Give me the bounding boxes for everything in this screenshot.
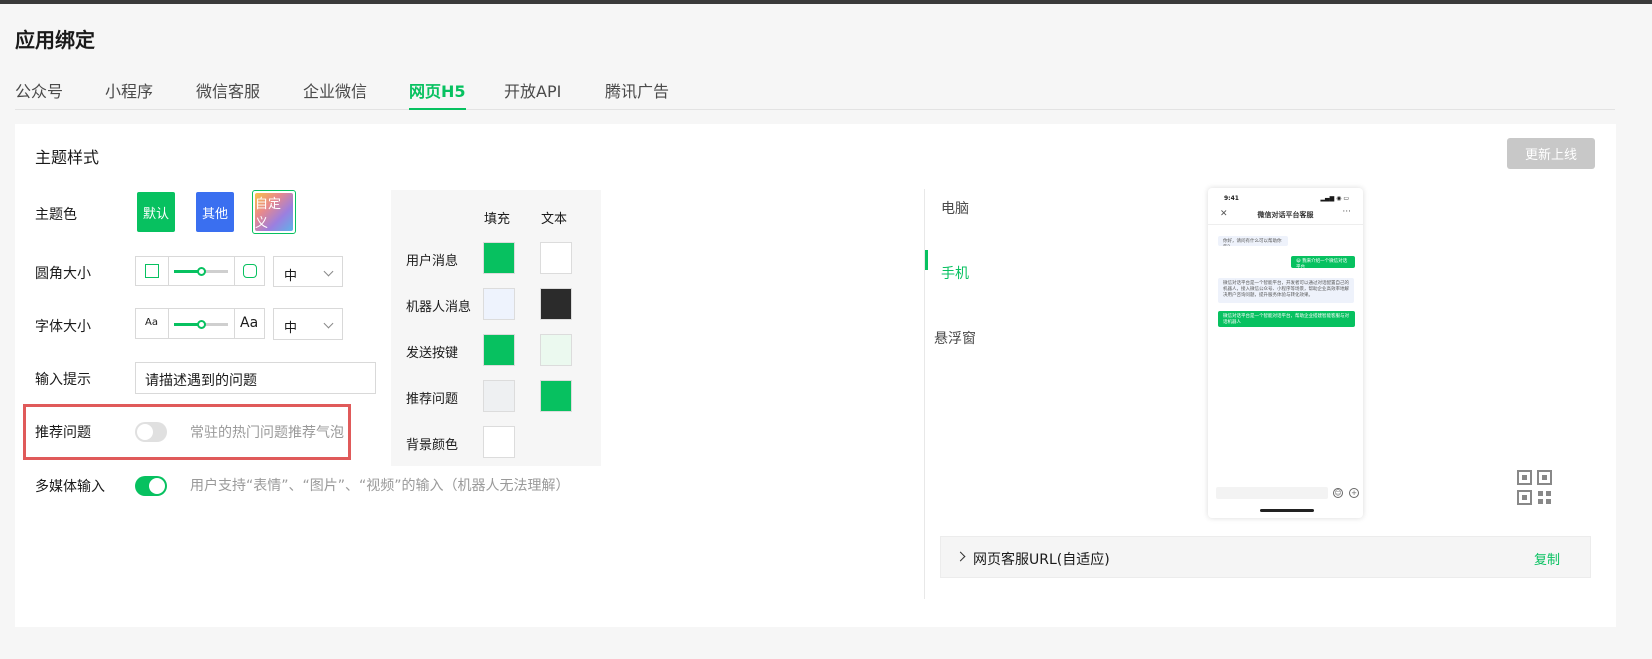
send-button-label: 发送按键 (406, 346, 459, 361)
recommend-color-label: 推荐问题 (406, 392, 459, 407)
recommend-label: 推荐问题 (35, 425, 91, 441)
small-font-icon: Aa (145, 317, 158, 328)
bot-message-fill-swatch[interactable] (483, 288, 515, 320)
copy-link[interactable]: 复制 (1534, 549, 1560, 568)
theme-color-label: 主题色 (35, 207, 77, 223)
tab-tencent-ads[interactable]: 腾讯广告 (605, 78, 669, 102)
recommend-hint: 常驻的热门问题推荐气泡 (190, 425, 344, 441)
more-icon: ··· (1342, 207, 1351, 217)
phone-chat-title: 微信对话平台客服 (1257, 211, 1314, 219)
phone-time: 9:41 (1224, 195, 1239, 202)
background-color-label: 背景颜色 (406, 438, 459, 453)
theme-card: 主题样式 更新上线 主题色 默认 其他 自定义 圆角大小 中 字体大小 Aa A… (15, 124, 1616, 627)
emoji-icon: ☺ (1333, 488, 1343, 498)
square-corner-icon (145, 264, 159, 278)
recommend-toggle[interactable] (135, 422, 167, 442)
chat-bubble-bot: 微信对话平台是一个智能平台，开发者可以通过对话配置自己的机器人，接入微信公众号、… (1218, 278, 1354, 303)
rounded-corner-icon (243, 264, 257, 278)
theme-color-custom-button[interactable]: 自定义 (255, 193, 293, 231)
radius-label: 圆角大小 (35, 266, 91, 282)
tab-mini-program[interactable]: 小程序 (105, 78, 153, 102)
radius-select[interactable]: 中 (273, 256, 343, 287)
fill-header: 填充 (484, 212, 511, 227)
tab-wecom[interactable]: 企业微信 (303, 78, 367, 102)
tab-open-api[interactable]: 开放API (504, 78, 561, 102)
web-url-bar[interactable]: 网页客服URL(自适应) 复制 (940, 536, 1591, 578)
font-size-select-value: 中 (284, 321, 298, 336)
input-hint-field[interactable]: 请描述遇到的问题 (135, 362, 376, 394)
font-size-slider[interactable] (174, 320, 228, 329)
chevron-right-icon (955, 551, 966, 562)
qr-code-icon[interactable] (1517, 470, 1552, 505)
send-button-fill-swatch[interactable] (483, 334, 515, 366)
tab-official-account[interactable]: 公众号 (15, 78, 63, 102)
preview-floating-option[interactable]: 悬浮窗 (934, 328, 976, 348)
chat-bubble-user: 微信对话平台是一个智能对话平台，帮助企业搭建智能客服与对话机器人 (1218, 311, 1355, 327)
bot-message-text-swatch[interactable] (540, 288, 572, 320)
web-url-label: 网页客服URL(自适应) (973, 552, 1110, 568)
preview-desktop-option[interactable]: 电脑 (941, 198, 969, 218)
chat-bubble-bot: 你好，请问有什么可以帮助你的？ (1218, 236, 1288, 246)
recommend-fill-swatch[interactable] (483, 380, 515, 412)
font-size-select[interactable]: 中 (273, 308, 343, 340)
signal-battery-icon: ▂▄▆ ◉ ▭ (1320, 195, 1349, 202)
bot-message-label: 机器人消息 (406, 300, 472, 315)
tab-web-h5[interactable]: 网页H5 (409, 78, 466, 110)
tab-bar: 公众号 小程序 微信客服 企业微信 网页H5 开放API 腾讯广告 (15, 76, 1615, 110)
radius-slider[interactable] (174, 267, 228, 276)
font-size-label: 字体大小 (35, 319, 91, 335)
send-button-text-swatch[interactable] (540, 334, 572, 366)
input-hint-label: 输入提示 (35, 372, 91, 388)
chat-bubble-user: 😀 我来介绍一个微信对话平台 (1291, 256, 1355, 268)
recommend-text-swatch[interactable] (540, 380, 572, 412)
theme-color-other-button[interactable]: 其他 (196, 192, 234, 232)
font-size-control: Aa Aa (135, 308, 265, 339)
active-indicator (925, 250, 928, 270)
radius-control (135, 256, 265, 286)
user-message-text-swatch[interactable] (540, 242, 572, 274)
section-title: 主题样式 (35, 148, 100, 167)
theme-color-default-button[interactable]: 默认 (137, 192, 175, 232)
text-header: 文本 (541, 212, 568, 227)
background-fill-swatch[interactable] (483, 426, 515, 458)
multimedia-toggle[interactable] (135, 476, 167, 496)
user-message-label: 用户消息 (406, 254, 459, 269)
multimedia-label: 多媒体输入 (35, 479, 105, 495)
color-panel: 填充 文本 用户消息 机器人消息 发送按键 推荐问题 背景颜色 (391, 190, 601, 466)
phone-preview: 9:41 ▂▄▆ ◉ ▭ ✕ 微信对话平台客服 ··· 你好，请问有什么可以帮助… (1208, 188, 1363, 518)
chevron-down-icon (323, 318, 334, 329)
home-indicator (1260, 509, 1314, 512)
preview-mobile-option[interactable]: 手机 (941, 263, 969, 283)
page-title: 应用绑定 (15, 28, 95, 52)
user-message-fill-swatch[interactable] (483, 242, 515, 274)
phone-input-bar (1216, 487, 1328, 499)
large-font-icon: Aa (240, 315, 259, 331)
multimedia-hint: 用户支持“表情”、“图片”、“视频”的输入（机器人无法理解） (190, 478, 570, 494)
publish-button[interactable]: 更新上线 (1507, 138, 1595, 169)
plus-icon: + (1349, 488, 1359, 498)
tab-wechat-kefu[interactable]: 微信客服 (196, 78, 260, 102)
top-border (0, 0, 1652, 4)
radius-select-value: 中 (284, 269, 298, 284)
chevron-down-icon (323, 266, 334, 277)
